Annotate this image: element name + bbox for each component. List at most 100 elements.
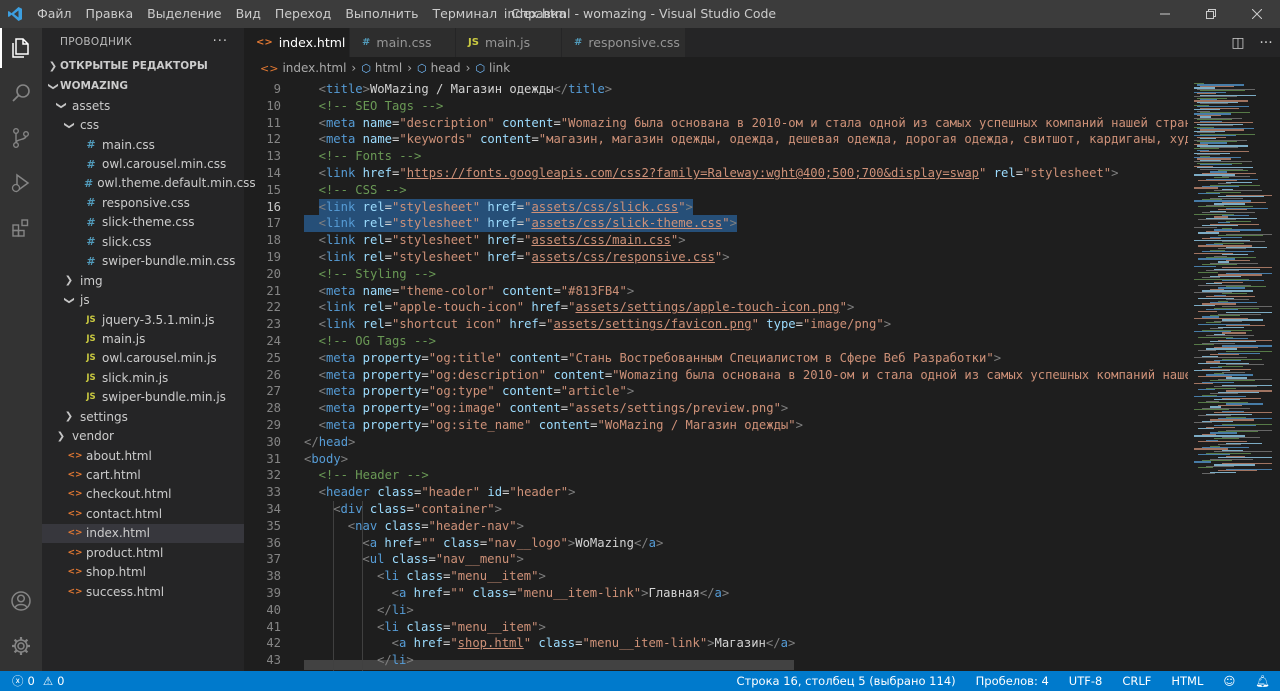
tree-item-label: swiper-bundle.min.js	[102, 390, 226, 405]
file-item[interactable]: <> about.html	[42, 446, 244, 465]
html-file-icon: <>	[67, 586, 83, 597]
minimap[interactable]	[1188, 79, 1280, 671]
line-number: 38	[266, 569, 281, 584]
tab-responsive-css[interactable]: # responsive.css	[562, 28, 686, 57]
file-item[interactable]: <> shop.html	[42, 563, 244, 582]
code-text: <meta property="og:title" content="Стань…	[318, 350, 1002, 365]
file-item[interactable]: JS swiper-bundle.min.js	[42, 388, 244, 407]
project-label: WOMAZING	[60, 80, 129, 92]
file-item[interactable]: <> product.html	[42, 543, 244, 562]
more-actions-icon[interactable]: ···	[213, 34, 228, 49]
minimap-line	[1198, 388, 1215, 391]
folder-item[interactable]: ❯ assets	[42, 96, 244, 115]
activity-bar	[0, 28, 42, 671]
html-file-icon: <>	[67, 547, 83, 558]
menu-item[interactable]: Файл	[30, 0, 79, 28]
file-item[interactable]: # responsive.css	[42, 193, 244, 212]
menu-item[interactable]: Правка	[79, 0, 141, 28]
line-number: 24	[266, 334, 281, 348]
language-mode[interactable]: HTML	[1161, 674, 1213, 688]
js-file-icon: JS	[86, 392, 96, 403]
file-item[interactable]: # swiper-bundle.min.css	[42, 252, 244, 271]
code-text: <meta property="og:site_name" content="W…	[318, 418, 803, 432]
code-line: 17 <link rel="stylesheet" href="assets/cs…	[244, 215, 1188, 233]
file-item[interactable]: # slick.css	[42, 232, 244, 251]
line-number: 30	[266, 434, 281, 449]
folder-item[interactable]: ❯ settings	[42, 407, 244, 426]
file-item[interactable]: # main.css	[42, 135, 244, 154]
open-editors-section[interactable]: ❯ ОТКРЫТЫЕ РЕДАКТОРЫ	[42, 56, 244, 76]
code-line: 31 <body>	[244, 451, 1188, 468]
line-number: 35	[266, 518, 281, 533]
restore-icon[interactable]	[1188, 0, 1234, 28]
breadcrumb-item[interactable]: index.html	[282, 61, 346, 75]
line-number: 36	[266, 535, 281, 550]
search-icon[interactable]	[0, 73, 42, 113]
extensions-icon[interactable]	[0, 208, 42, 248]
tab-index-html[interactable]: <>index.html✕	[244, 28, 366, 57]
breadcrumb-item[interactable]: head	[431, 61, 461, 75]
file-item[interactable]: JS jquery-3.5.1.min.js	[42, 310, 244, 329]
explorer-icon[interactable]	[0, 28, 42, 68]
tree-item-label: contact.html	[86, 506, 163, 521]
code-text: <link href="https://fonts.googleapis.com…	[318, 166, 1119, 180]
file-item[interactable]: <> contact.html	[42, 504, 244, 523]
account-icon[interactable]	[0, 581, 42, 621]
file-item[interactable]: JS main.js	[42, 329, 244, 348]
file-item[interactable]: # slick-theme.css	[42, 213, 244, 232]
tab-main-js[interactable]: JS main.js	[456, 28, 562, 57]
menu-item[interactable]: Вид	[229, 0, 268, 28]
tab-label: index.html	[278, 35, 346, 50]
source-control-icon[interactable]	[0, 118, 42, 158]
indentation[interactable]: Пробелов: 4	[966, 674, 1059, 688]
breadcrumb-item[interactable]: link	[489, 61, 510, 75]
folder-item[interactable]: ❯ js	[42, 290, 244, 309]
element-icon: ⬡	[475, 61, 485, 75]
menu-item[interactable]: Выделение	[140, 0, 228, 28]
menu-item[interactable]: Терминал	[426, 0, 505, 28]
close-window-icon[interactable]	[1234, 0, 1280, 28]
minimize-icon[interactable]	[1142, 0, 1188, 28]
html-file-icon: <>	[256, 37, 273, 48]
folder-item[interactable]: ❯ img	[42, 271, 244, 290]
html-file-icon: <>	[67, 567, 83, 578]
run-debug-icon[interactable]	[0, 163, 42, 203]
line-ending[interactable]: CRLF	[1112, 674, 1161, 688]
split-editor-icon[interactable]: ◫	[1224, 35, 1252, 51]
tree-item-label: owl.carousel.min.js	[102, 351, 217, 366]
css-file-icon: #	[86, 215, 96, 229]
file-item[interactable]: JS slick.min.js	[42, 368, 244, 387]
file-item[interactable]: <> cart.html	[42, 465, 244, 484]
feedback-icon[interactable]: ☺	[1213, 674, 1245, 688]
file-item[interactable]: <> checkout.html	[42, 485, 244, 504]
code-line: 35 <nav class="header-nav">	[244, 518, 1188, 535]
vscode-logo-icon	[0, 0, 30, 28]
encoding[interactable]: UTF-8	[1059, 674, 1113, 688]
menu-item[interactable]: Справка	[504, 0, 573, 28]
css-file-icon: #	[86, 235, 96, 249]
line-number: 14	[266, 166, 281, 180]
code-line: 10 <!-- SEO Tags -->	[244, 98, 1188, 115]
line-number: 20	[266, 266, 281, 281]
menu-item[interactable]: Выполнить	[338, 0, 425, 28]
settings-gear-icon[interactable]	[0, 626, 42, 666]
file-item[interactable]: JS owl.carousel.min.js	[42, 349, 244, 368]
file-item[interactable]: <> success.html	[42, 582, 244, 601]
file-item[interactable]: # owl.theme.default.min.css	[42, 174, 256, 193]
file-item[interactable]: # owl.carousel.min.css	[42, 154, 244, 173]
line-number: 23	[266, 317, 281, 332]
tree-item-label: jquery-3.5.1.min.js	[102, 312, 215, 327]
cursor-position[interactable]: Строка 16, столбец 5 (выбрано 114)	[727, 674, 966, 688]
file-item[interactable]: <> index.html	[42, 523, 244, 544]
code-editor[interactable]: 9 <title>WoMazing / Магазин одежды</title…	[244, 79, 1188, 671]
problems-indicator[interactable]: ⓧ 0 ⚠ 0	[0, 673, 64, 689]
more-icon[interactable]: ···	[1252, 35, 1280, 51]
folder-item[interactable]: ❯ css	[42, 115, 244, 134]
open-editors-label: ОТКРЫТЫЕ РЕДАКТОРЫ	[60, 60, 208, 72]
folder-item[interactable]: ❯ vendor	[42, 426, 244, 445]
breadcrumb-item[interactable]: html	[375, 61, 402, 75]
notifications-icon[interactable]: 🔔︎	[1245, 674, 1280, 688]
menu-item[interactable]: Переход	[268, 0, 338, 28]
tab-main-css[interactable]: # main.css	[350, 28, 456, 57]
project-section[interactable]: ❯ WOMAZING	[42, 76, 244, 96]
